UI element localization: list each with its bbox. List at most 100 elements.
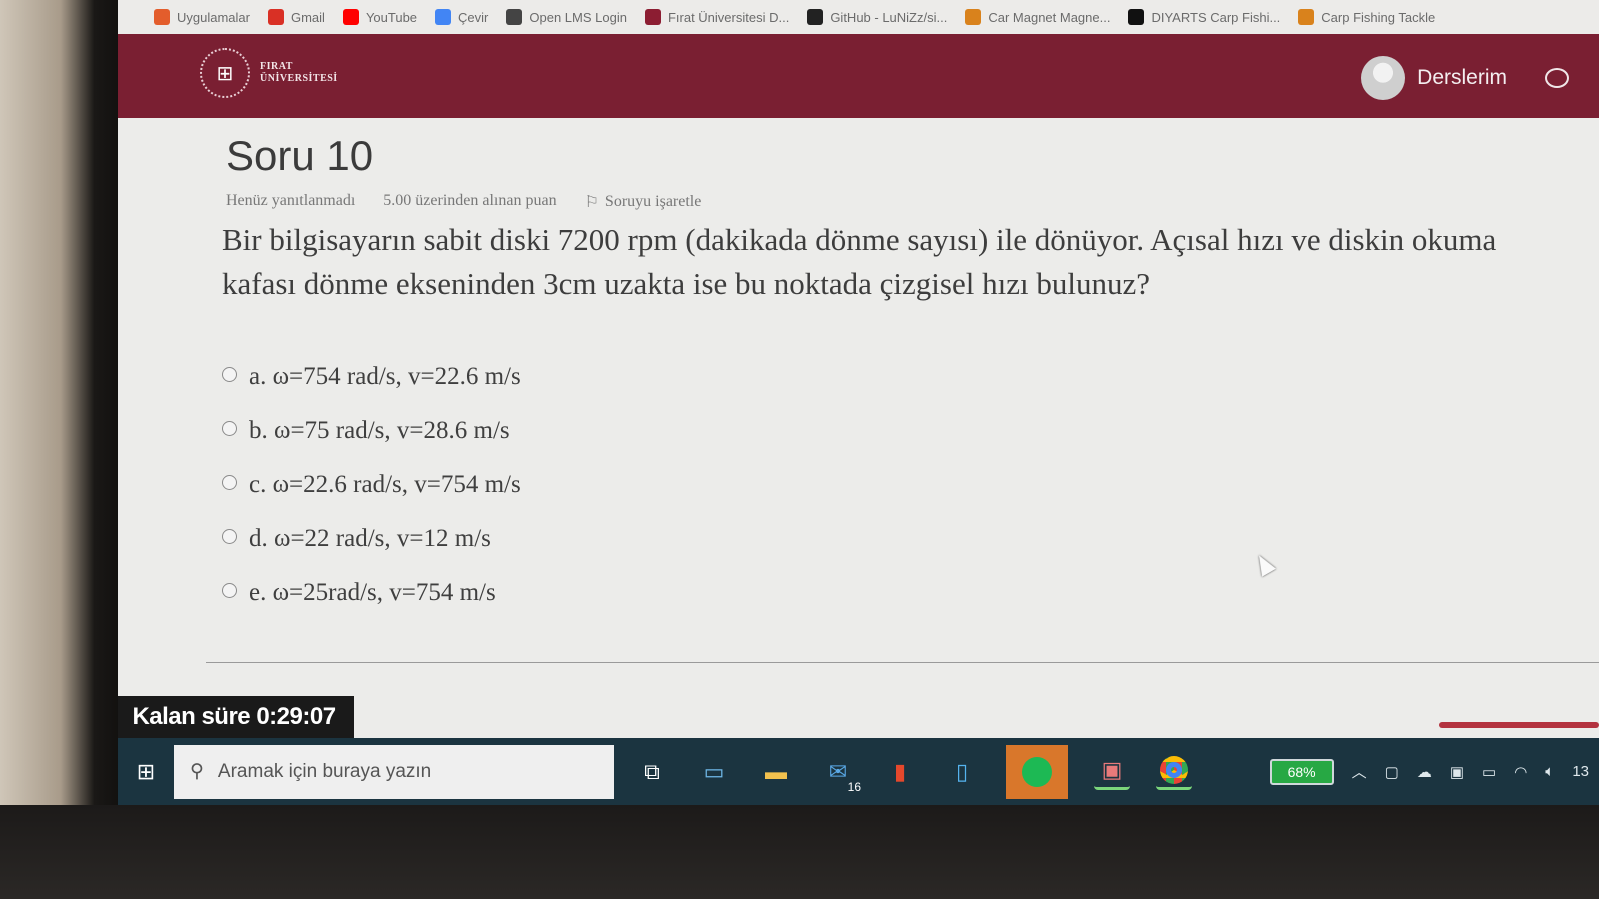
mouse-pointer-icon bbox=[1252, 551, 1276, 577]
display-icon[interactable]: ▣ bbox=[1450, 763, 1464, 781]
globe-icon bbox=[506, 9, 523, 25]
github-icon bbox=[807, 9, 824, 25]
task-view-icon[interactable]: ⧉ bbox=[634, 754, 670, 790]
question-text: Bir bilgisayarın sabit diski 7200 rpm (d… bbox=[222, 222, 1497, 301]
bookmark-item[interactable]: Fırat Üniversitesi D... bbox=[644, 9, 790, 25]
search-placeholder: Aramak için buraya yazın bbox=[217, 760, 432, 782]
start-button[interactable]: ⊞ bbox=[118, 745, 174, 799]
bookmark-label: YouTube bbox=[365, 9, 418, 25]
taskbar-search[interactable]: ⚲ Aramak için buraya yazın bbox=[174, 744, 614, 799]
bookmark-item[interactable]: DIYARTS Carp Fishi... bbox=[1128, 9, 1280, 25]
flag-icon: ⚐ bbox=[584, 194, 599, 211]
radio-button[interactable] bbox=[222, 366, 237, 382]
flag-question-link[interactable]: ⚐ Soruyu işaretle bbox=[585, 192, 702, 212]
question-marks: 5.00 üzerinden alınan puan bbox=[383, 192, 557, 209]
user-area: Derslerim bbox=[1361, 56, 1569, 100]
flag-question-label: Soruyu işaretle bbox=[604, 193, 702, 210]
answer-status: Henüz yanıtlanmadı bbox=[226, 192, 356, 209]
option-label: d. ω=22 rad/s, v=12 m/s bbox=[249, 525, 491, 552]
phone-app-icon[interactable]: ▯ bbox=[944, 754, 980, 790]
shopping-bag-icon bbox=[965, 9, 982, 25]
option-label: b. ω=75 rad/s, v=28.6 m/s bbox=[249, 417, 510, 444]
app-badge-icon[interactable]: ▣ bbox=[1094, 754, 1130, 790]
bookmark-item[interactable]: Uygulamalar bbox=[154, 9, 250, 25]
question-title: Soru 10 bbox=[226, 132, 374, 179]
screen-bezel-left bbox=[0, 0, 135, 899]
meet-icon[interactable]: ▢ bbox=[1385, 763, 1399, 781]
youtube-icon bbox=[342, 9, 359, 25]
apps-grid-icon bbox=[154, 9, 170, 25]
logo-line-1: FIRAT bbox=[260, 61, 293, 72]
answer-option-c[interactable]: c. ω=22.6 rad/s, v=754 m/s bbox=[222, 458, 521, 512]
option-label: e. ω=25rad/s, v=754 m/s bbox=[249, 579, 496, 606]
shopping-bag-icon bbox=[1298, 9, 1315, 25]
bookmark-label: DIYARTS Carp Fishi... bbox=[1151, 9, 1281, 25]
avatar[interactable] bbox=[1361, 56, 1406, 100]
quiz-content: Soru 10 Henüz yanıtlanmadı 5.00 üzerinde… bbox=[118, 118, 1599, 738]
mail-badge: 16 bbox=[844, 779, 864, 794]
quiz-progress-bar bbox=[1439, 722, 1599, 728]
radio-button[interactable] bbox=[222, 582, 237, 598]
divider bbox=[206, 662, 1599, 663]
bookmark-label: Gmail bbox=[290, 9, 325, 25]
bookmark-label: Carp Fishing Tackle bbox=[1321, 9, 1436, 25]
bookmark-label: Çevir bbox=[458, 9, 489, 25]
radio-button[interactable] bbox=[222, 474, 237, 490]
browser-screen: Uygulamalar Gmail YouTube Çevir Open LMS Log… bbox=[118, 0, 1599, 805]
logo-line-2: ÜNİVERSİTESİ bbox=[260, 73, 338, 84]
option-label: c. ω=22.6 rad/s, v=754 m/s bbox=[249, 471, 521, 498]
battery-indicator[interactable]: 68% bbox=[1269, 758, 1334, 785]
answer-option-a[interactable]: a. ω=754 rad/s, v=22.6 m/s bbox=[222, 350, 521, 404]
firat-bookmark-icon bbox=[644, 9, 661, 25]
question-meta: Henüz yanıtlanmadı 5.00 üzerinden alınan… bbox=[226, 192, 701, 212]
bookmark-item[interactable]: Car Magnet Magne... bbox=[965, 9, 1110, 25]
logo-text: FIRAT ÜNİVERSİTESİ bbox=[260, 61, 338, 85]
chat-icon[interactable] bbox=[1545, 68, 1569, 88]
option-label: a. ω=754 rad/s, v=22.6 m/s bbox=[249, 363, 521, 390]
windows-taskbar: ⊞ ⚲ Aramak için buraya yazın ⧉ ▭ ▬ ✉ 16 ▮… bbox=[118, 738, 1599, 805]
taskbar-apps: ⧉ ▭ ▬ ✉ 16 ▮ ▯ ▣ bbox=[634, 744, 1192, 799]
remaining-time: Kalan süre 0:29:07 bbox=[118, 696, 354, 738]
chrome-icon[interactable] bbox=[1156, 754, 1192, 790]
office-icon[interactable]: ▮ bbox=[882, 754, 918, 790]
battery-icon[interactable]: ▭ bbox=[1482, 763, 1496, 781]
bookmark-item[interactable]: Carp Fishing Tackle bbox=[1298, 9, 1435, 25]
bookmark-item[interactable]: Open LMS Login bbox=[506, 9, 627, 25]
mail-icon[interactable]: ✉ 16 bbox=[820, 754, 864, 794]
system-tray: 68% ︿ ▢ ☁ ▣ ▭ ◠ 🔈︎ 13 bbox=[1269, 738, 1589, 805]
cloud-icon[interactable]: ☁ bbox=[1417, 763, 1432, 781]
computer-icon[interactable]: ▭ bbox=[696, 754, 732, 790]
my-courses-link[interactable]: Derslerim bbox=[1417, 66, 1507, 90]
bookmark-label: Uygulamalar bbox=[177, 9, 250, 25]
spotify-icon[interactable] bbox=[1006, 744, 1068, 799]
wifi-icon[interactable]: ◠ bbox=[1514, 763, 1527, 781]
bookmark-item[interactable]: YouTube bbox=[342, 9, 418, 25]
bookmark-item[interactable]: GitHub - LuNiZz/si... bbox=[807, 9, 947, 25]
bookmark-item[interactable]: Gmail bbox=[267, 9, 325, 25]
radio-button[interactable] bbox=[222, 528, 237, 544]
search-icon: ⚲ bbox=[190, 761, 204, 782]
bookmark-label: Open LMS Login bbox=[529, 9, 627, 25]
bookmark-label: Car Magnet Magne... bbox=[988, 9, 1111, 25]
answer-option-e[interactable]: e. ω=25rad/s, v=754 m/s bbox=[222, 566, 521, 620]
bookmark-item[interactable]: Çevir bbox=[435, 9, 488, 25]
gmail-icon bbox=[267, 9, 284, 25]
bookmarks-bar: Uygulamalar Gmail YouTube Çevir Open LMS Log… bbox=[118, 0, 1599, 34]
radio-button[interactable] bbox=[222, 420, 237, 436]
bookmark-label: GitHub - LuNiZz/si... bbox=[830, 9, 948, 25]
answer-options: a. ω=754 rad/s, v=22.6 m/s b. ω=75 rad/s… bbox=[222, 350, 521, 620]
university-seal-icon: ⊞ bbox=[200, 48, 250, 98]
file-explorer-icon[interactable]: ▬ bbox=[758, 754, 794, 790]
amazon-icon bbox=[1128, 9, 1145, 25]
bookmark-label: Fırat Üniversitesi D... bbox=[667, 9, 790, 25]
translate-icon bbox=[435, 9, 452, 25]
clock[interactable]: 13 bbox=[1572, 763, 1589, 780]
answer-option-b[interactable]: b. ω=75 rad/s, v=28.6 m/s bbox=[222, 404, 521, 458]
screen-bezel-bottom bbox=[0, 805, 1599, 899]
chevron-up-icon[interactable]: ︿ bbox=[1352, 761, 1367, 782]
university-logo[interactable]: ⊞ FIRAT ÜNİVERSİTESİ bbox=[200, 48, 338, 98]
windows-logo-icon: ⊞ bbox=[136, 758, 156, 784]
site-header: ⊞ FIRAT ÜNİVERSİTESİ Derslerim bbox=[118, 34, 1599, 118]
answer-option-d[interactable]: d. ω=22 rad/s, v=12 m/s bbox=[222, 512, 521, 566]
volume-icon[interactable]: 🔈︎ bbox=[1545, 763, 1554, 780]
